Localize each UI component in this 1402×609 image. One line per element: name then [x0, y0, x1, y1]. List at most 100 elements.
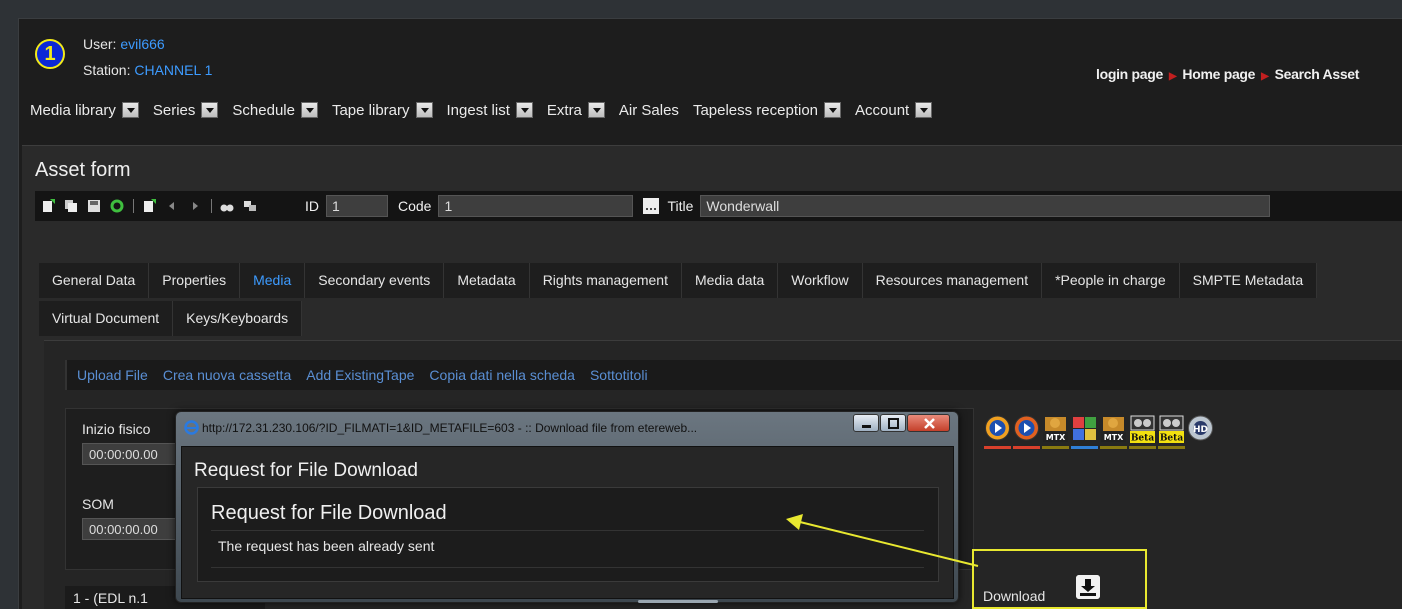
- minimize-button[interactable]: [853, 414, 879, 432]
- copia-dati-link[interactable]: Copia dati nella scheda: [429, 367, 575, 383]
- add-existing-tape-link[interactable]: Add ExistingTape: [306, 367, 414, 383]
- play-orange-icon[interactable]: [984, 413, 1011, 449]
- menu-label: Tapeless reception: [692, 101, 819, 119]
- menu-schedule[interactable]: Schedule: [232, 102, 318, 119]
- ie-browser-icon: [184, 420, 199, 435]
- menu-ingest-list[interactable]: Ingest list: [447, 102, 533, 119]
- station-name[interactable]: CHANNEL 1: [134, 62, 212, 78]
- media-format-icons: MTX MTX Beta Beta HD: [984, 413, 1216, 449]
- menu-tapeless-reception[interactable]: Tapeless reception: [692, 101, 842, 119]
- id-label: ID: [305, 198, 319, 214]
- title-field[interactable]: [700, 195, 1271, 217]
- more-options-icon[interactable]: [643, 198, 660, 214]
- media-actions-bar: Upload File Crea nuova cassetta Add Exis…: [65, 360, 1402, 390]
- tab-rights-management[interactable]: Rights management: [529, 263, 682, 298]
- save-icon[interactable]: [87, 199, 101, 213]
- tabs-row-1: General Data Properties Media Secondary …: [39, 263, 1318, 298]
- menu-label: Extra: [546, 101, 582, 119]
- tab-workflow[interactable]: Workflow: [778, 263, 863, 298]
- toolbar-divider: [211, 199, 212, 213]
- hd-disc-icon[interactable]: HD: [1187, 413, 1214, 449]
- maximize-button[interactable]: [880, 414, 906, 432]
- menu-account[interactable]: Account: [855, 101, 933, 119]
- dropdown-arrow-icon[interactable]: [515, 102, 533, 118]
- beta-tape-icon[interactable]: Beta: [1129, 413, 1156, 449]
- puzzle-icon[interactable]: [1071, 413, 1098, 449]
- dropdown-arrow-icon[interactable]: [201, 102, 219, 118]
- tab-smpte-metadata[interactable]: SMPTE Metadata: [1179, 263, 1318, 298]
- tab-media-data[interactable]: Media data: [681, 263, 779, 298]
- sottotitoli-link[interactable]: Sottotitoli: [590, 367, 648, 383]
- play-red-icon[interactable]: [1013, 413, 1040, 449]
- menu-label: Air Sales: [618, 101, 679, 119]
- station-info: Station: CHANNEL 1: [83, 62, 212, 78]
- binoculars-icon[interactable]: [220, 199, 234, 213]
- breadcrumb-separator-icon: ▶: [1261, 71, 1269, 82]
- dropdown-arrow-icon[interactable]: [915, 102, 933, 118]
- refresh-icon[interactable]: [110, 199, 124, 213]
- tab-metadata[interactable]: Metadata: [444, 263, 530, 298]
- dropdown-arrow-icon[interactable]: [300, 102, 318, 118]
- popup-message: The request has been already sent: [211, 530, 924, 568]
- tab-virtual-document[interactable]: Virtual Document: [39, 301, 174, 336]
- menu-label: Media library: [30, 101, 116, 119]
- popup-window-title: http://172.31.230.106/?ID_FILMATI=1&ID_M…: [202, 421, 698, 435]
- close-icon: [924, 418, 935, 429]
- breadcrumb: login page ▶ Home page ▶ Search Asset: [1096, 66, 1359, 82]
- popup-message-box: Request for File Download The request ha…: [197, 487, 939, 582]
- inizio-fisico-label: Inizio fisico: [82, 421, 151, 437]
- popup-heading: Request for File Download: [194, 460, 418, 481]
- new-document-icon[interactable]: [142, 199, 156, 213]
- mtx-tape-icon[interactable]: MTX: [1042, 413, 1069, 449]
- code-field[interactable]: [438, 195, 634, 217]
- menu-extra[interactable]: Extra: [547, 102, 605, 119]
- menu-series[interactable]: Series: [153, 102, 219, 119]
- tab-general-data[interactable]: General Data: [39, 263, 150, 298]
- tab-secondary-events[interactable]: Secondary events: [305, 263, 445, 298]
- menu-label: Series: [152, 101, 196, 119]
- breadcrumb-search-asset[interactable]: Search Asset: [1275, 66, 1360, 82]
- download-area: Download: [972, 549, 1147, 609]
- window-controls: [852, 414, 950, 432]
- menu-label: Account: [855, 101, 910, 119]
- user-name[interactable]: evil666: [120, 36, 164, 52]
- tab-keys-keyboards[interactable]: Keys/Keyboards: [173, 301, 303, 336]
- arrow-left-icon[interactable]: [165, 199, 179, 213]
- download-icon[interactable]: [1076, 575, 1100, 599]
- breadcrumb-separator-icon: ▶: [1169, 71, 1177, 82]
- windows-icon[interactable]: [243, 199, 257, 213]
- tabs-row-2: Virtual Document Keys/Keyboards: [39, 301, 303, 336]
- breadcrumb-login[interactable]: login page: [1096, 66, 1163, 82]
- arrow-right-icon[interactable]: [188, 199, 202, 213]
- upload-file-link[interactable]: Upload File: [77, 367, 148, 383]
- id-field[interactable]: [326, 195, 388, 217]
- tab-people-in-charge[interactable]: *People in charge: [1042, 263, 1180, 298]
- dropdown-arrow-icon[interactable]: [587, 102, 605, 118]
- dropdown-arrow-icon[interactable]: [824, 102, 842, 118]
- beta-tape-icon[interactable]: Beta: [1158, 413, 1185, 449]
- menu-media-library[interactable]: Media library: [30, 102, 139, 119]
- popup-resize-grip[interactable]: [638, 600, 718, 603]
- toolbar-divider: [133, 199, 134, 213]
- mtx-tape-icon[interactable]: MTX: [1100, 413, 1127, 449]
- crea-nuova-cassetta-link[interactable]: Crea nuova cassetta: [163, 367, 291, 383]
- menu-label: Tape library: [331, 101, 410, 119]
- popup-content: Request for File Download Request for Fi…: [181, 446, 954, 599]
- tab-properties[interactable]: Properties: [149, 263, 241, 298]
- new-document-icon[interactable]: [41, 199, 55, 213]
- menu-tape-library[interactable]: Tape library: [332, 102, 433, 119]
- page-title: Asset form: [35, 159, 131, 181]
- dropdown-arrow-icon[interactable]: [121, 102, 139, 118]
- menu-air-sales[interactable]: Air Sales: [619, 102, 679, 119]
- tab-resources-management[interactable]: Resources management: [862, 263, 1043, 298]
- code-label: Code: [398, 198, 432, 214]
- dropdown-arrow-icon[interactable]: [415, 102, 433, 118]
- copy-icon[interactable]: [64, 199, 78, 213]
- close-button[interactable]: [907, 414, 950, 432]
- station-label: Station:: [83, 62, 131, 78]
- station-number-badge: 1: [35, 39, 65, 69]
- breadcrumb-home[interactable]: Home page: [1182, 66, 1255, 82]
- title-label: Title: [667, 198, 694, 214]
- maximize-icon: [888, 418, 899, 429]
- tab-media[interactable]: Media: [240, 263, 306, 298]
